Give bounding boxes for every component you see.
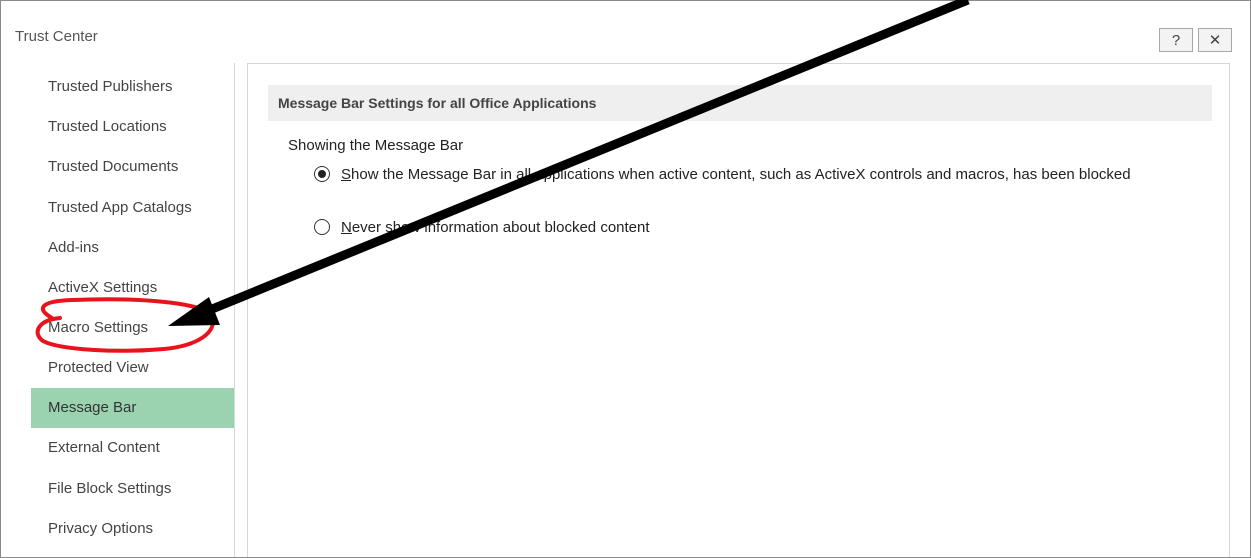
sidebar-item-add-ins[interactable]: Add-ins: [31, 228, 234, 268]
radio-button-selected[interactable]: [314, 166, 330, 182]
title-bar: Trust Center ? ✕: [1, 1, 1250, 56]
trust-center-dialog: Trust Center ? ✕ Trusted Publishers Trus…: [0, 0, 1251, 558]
close-button[interactable]: ✕: [1198, 28, 1232, 52]
help-button[interactable]: ?: [1159, 28, 1193, 52]
sidebar-item-protected-view[interactable]: Protected View: [31, 348, 234, 388]
sidebar-item-activex-settings[interactable]: ActiveX Settings: [31, 268, 234, 308]
sidebar-item-trusted-app-catalogs[interactable]: Trusted App Catalogs: [31, 188, 234, 228]
close-icon: ✕: [1208, 32, 1222, 49]
section-header: Message Bar Settings for all Office Appl…: [268, 85, 1212, 121]
radio-label-never-show[interactable]: Never show information about blocked con…: [341, 218, 1221, 238]
sidebar-item-file-block-settings[interactable]: File Block Settings: [31, 469, 234, 509]
settings-panel: Message Bar Settings for all Office Appl…: [247, 63, 1230, 557]
sidebar-item-external-content[interactable]: External Content: [31, 428, 234, 468]
sidebar-item-trusted-documents[interactable]: Trusted Documents: [31, 147, 234, 187]
sidebar-item-trusted-publishers[interactable]: Trusted Publishers: [31, 67, 234, 107]
group-label: Showing the Message Bar: [288, 137, 464, 154]
sidebar-item-privacy-options[interactable]: Privacy Options: [31, 509, 234, 549]
sidebar-nav: Trusted Publishers Trusted Locations Tru…: [31, 63, 235, 557]
sidebar-item-macro-settings[interactable]: Macro Settings: [31, 308, 234, 348]
help-icon: ?: [1171, 31, 1181, 49]
radio-button-unselected[interactable]: [314, 219, 330, 235]
sidebar-item-message-bar[interactable]: Message Bar: [31, 388, 234, 428]
radio-label-show-message-bar[interactable]: Show the Message Bar in all applications…: [341, 165, 1221, 185]
sidebar-item-trusted-locations[interactable]: Trusted Locations: [31, 107, 234, 147]
window-title: Trust Center: [15, 28, 98, 45]
